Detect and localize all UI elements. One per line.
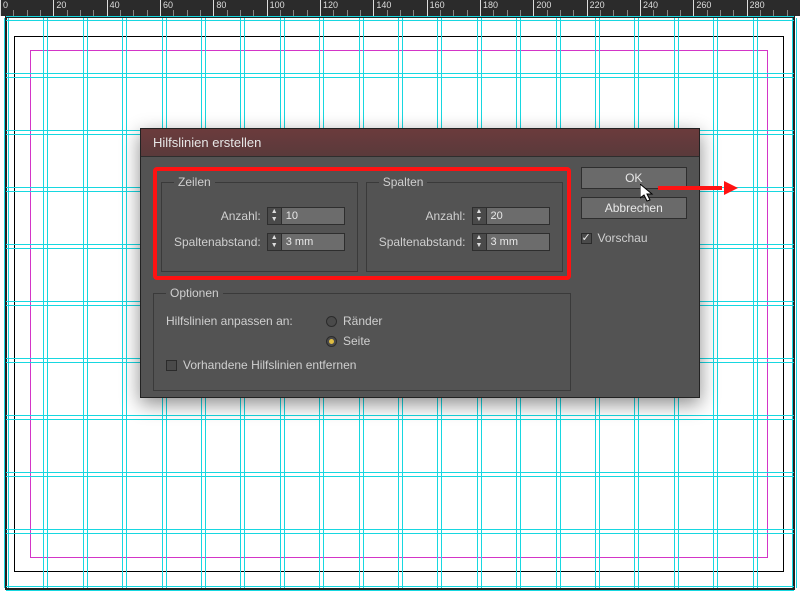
cols-gutter-stepper[interactable]: ▲▼ xyxy=(472,233,550,251)
stepper-arrows-icon[interactable]: ▲▼ xyxy=(472,233,486,251)
stepper-arrows-icon[interactable]: ▲▼ xyxy=(267,233,281,251)
rows-gutter-input[interactable] xyxy=(281,233,345,251)
checkbox-icon xyxy=(166,360,177,371)
remove-existing-checkbox[interactable]: Vorhandene Hilfslinien entfernen xyxy=(166,358,356,372)
rows-count-input[interactable] xyxy=(281,207,345,225)
preview-checkbox[interactable]: Vorschau xyxy=(581,231,688,245)
cols-count-input[interactable] xyxy=(486,207,550,225)
radio-icon xyxy=(326,336,337,347)
rows-gutter-label: Spaltenabstand: xyxy=(174,235,263,249)
annotation-arrow-icon xyxy=(658,181,738,195)
preview-label: Vorschau xyxy=(598,231,648,245)
rows-group: Zeilen Anzahl: ▲▼ Spaltenabstand: ▲▼ xyxy=(161,175,358,272)
fit-page-label: Seite xyxy=(343,334,370,348)
fit-margins-radio[interactable]: Ränder xyxy=(326,314,382,328)
cols-legend: Spalten xyxy=(379,175,428,189)
fit-label: Hilfslinien anpassen an: xyxy=(166,314,316,328)
radio-icon xyxy=(326,316,337,327)
cols-gutter-label: Spaltenabstand: xyxy=(379,235,468,249)
checkbox-icon xyxy=(581,233,592,244)
rows-gutter-stepper[interactable]: ▲▼ xyxy=(267,233,345,251)
cursor-pointer-icon xyxy=(640,184,656,204)
cols-count-stepper[interactable]: ▲▼ xyxy=(472,207,550,225)
create-guides-dialog: Hilfslinien erstellen Zeilen Anzahl: ▲▼ xyxy=(140,128,700,398)
remove-existing-label: Vorhandene Hilfslinien entfernen xyxy=(183,358,356,372)
fit-page-radio[interactable]: Seite xyxy=(326,334,370,348)
stepper-arrows-icon[interactable]: ▲▼ xyxy=(472,207,486,225)
cols-group: Spalten Anzahl: ▲▼ Spaltenabstand: ▲▼ xyxy=(366,175,563,272)
cancel-button[interactable]: Abbrechen xyxy=(581,197,688,219)
ruler-horizontal: 020406080100120140160180200220240260280 xyxy=(0,0,800,16)
cols-gutter-input[interactable] xyxy=(486,233,550,251)
rows-legend: Zeilen xyxy=(174,175,215,189)
canvas-stage: 020406080100120140160180200220240260280 … xyxy=(0,0,800,600)
options-legend: Optionen xyxy=(166,286,223,300)
rows-count-stepper[interactable]: ▲▼ xyxy=(267,207,345,225)
stepper-arrows-icon[interactable]: ▲▼ xyxy=(267,207,281,225)
highlight-frame: Zeilen Anzahl: ▲▼ Spaltenabstand: ▲▼ xyxy=(153,167,571,280)
rows-count-label: Anzahl: xyxy=(174,209,263,223)
cols-count-label: Anzahl: xyxy=(379,209,468,223)
fit-margins-label: Ränder xyxy=(343,314,382,328)
options-group: Optionen Hilfslinien anpassen an: Ränder… xyxy=(153,286,571,391)
dialog-title[interactable]: Hilfslinien erstellen xyxy=(141,129,699,157)
